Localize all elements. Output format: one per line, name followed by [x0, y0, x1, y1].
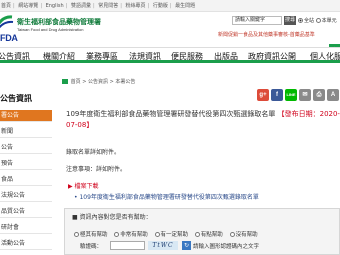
feedback-options: 極其有幫助 非常有幫助 有一定幫助 有點幫助 沒有幫助 [74, 230, 263, 238]
sidebar-item-quality[interactable]: 品質公告 [0, 206, 52, 218]
article-body-line-2: 注意事項：詳如附件。 [66, 166, 127, 173]
radio-section-label: 本單元 [321, 18, 337, 24]
download-icon: ▶ [68, 183, 73, 190]
top-links: 首頁 | 網站導覽 | English | 雙語詞彙 | 常見問答 | 粉絲專頁 | 行動版… [0, 3, 196, 9]
attachment-heading-text: 檔案下載 [74, 183, 99, 190]
feedback-option-2: 非常有幫助 [120, 232, 148, 238]
line-icon[interactable]: LINE [285, 89, 297, 101]
nav-item-services[interactable]: 便民服務 [171, 51, 203, 62]
org-name-en: Taiwan Food and Drug Administration [17, 27, 84, 32]
nav-item-regulations[interactable]: 法規資訊 [129, 51, 161, 62]
google-plus-icon[interactable]: g+ [257, 89, 269, 101]
sidebar-item-notices[interactable]: 公告 [0, 142, 52, 154]
attachment-link-text[interactable]: 109年度衛生福利部食品藥物管理署研發替代役第四次甄選錄取名單 [79, 194, 258, 201]
feedback-option-4: 有點幫助 [200, 232, 223, 238]
home-icon[interactable] [62, 79, 68, 84]
fda-logo-icon [0, 15, 14, 29]
top-link-faq[interactable]: 常見問答 [97, 3, 119, 9]
captcha-input[interactable] [110, 241, 145, 250]
top-link-sitemap[interactable]: 網站導覽 [17, 3, 39, 9]
breadcrumb-separator: > [109, 79, 114, 85]
feedback-option-5: 沒有幫助 [235, 232, 258, 238]
main-nav: 公告資訊 機關介紹 業務專區 法規資訊 便民服務 出版品 政府資訊公開 個人化服… [0, 47, 340, 63]
captcha-hint: 請輸入圖形認證碼內之文字 [193, 244, 260, 250]
comment-icon: ■ [72, 214, 78, 221]
feedback-radio-3[interactable] [154, 232, 160, 237]
nav-item-announcements[interactable]: 公告資訊 [0, 51, 30, 62]
feedback-radio-1[interactable] [74, 232, 79, 237]
refresh-icon[interactable]: ↻ [182, 241, 191, 250]
sidebar-item-food[interactable]: 食品 [0, 174, 52, 186]
breadcrumb-current: 本署公告 [115, 79, 136, 85]
font-size-icon[interactable]: A [327, 89, 339, 101]
nav-item-gov-info[interactable]: 政府資訊公開 [248, 51, 296, 62]
search-button[interactable]: 搜尋 [284, 16, 296, 25]
captcha-label: 驗證碼： [80, 244, 103, 250]
email-icon[interactable]: ✉ [299, 89, 311, 101]
top-link-issues[interactable]: 最生問題 [174, 3, 196, 9]
feedback-option-1: 極其有幫助 [80, 232, 108, 238]
top-link-glossary[interactable]: 雙語詞彙 [70, 3, 92, 9]
feedback-question-text: 資訊內容對您是否有幫助： [79, 214, 152, 221]
search-scope-radios: 全站 本單元 [298, 17, 337, 24]
nav-item-personal[interactable]: 個人化服務 [310, 51, 340, 62]
feedback-radio-5[interactable] [229, 232, 235, 237]
fda-logo-text[interactable]: FDA [0, 33, 18, 43]
breadcrumb-separator: > [82, 79, 87, 85]
org-name-cn[interactable]: 衛生福利部食品藥物管理署 [17, 17, 101, 27]
breadcrumb-home[interactable]: 首頁 [71, 79, 81, 85]
top-utility-bar: 首頁 | 網站導覽 | English | 雙語詞彙 | 常見問答 | 粉絲專頁 | 行動版… [0, 0, 340, 12]
sidebar-item-law[interactable]: 法規公告 [0, 190, 52, 202]
attachment-link[interactable]: • 109年度衛生福利部食品藥物管理署研發替代役第四次甄選錄取名單 [74, 192, 259, 201]
feedback-radio-2[interactable] [114, 232, 120, 237]
radio-site-label: 全站 [304, 18, 315, 24]
top-link-home[interactable]: 首頁 [0, 3, 12, 9]
feedback-radio-4[interactable] [194, 232, 200, 237]
nav-item-business[interactable]: 業務專區 [86, 51, 118, 62]
article-title: 109年度衛生福利部食品藥物管理署研發替代役第四次甄選錄取名單 【發布日期：20… [66, 109, 340, 131]
sidebar-item-seminar[interactable]: 研討會 [0, 222, 52, 234]
top-link-fanpage[interactable]: 粉絲專頁 [125, 3, 147, 9]
radio-site[interactable] [298, 18, 303, 23]
article-title-text: 109年度衛生福利部食品藥物管理署研發替代役第四次甄選錄取名單 [66, 110, 276, 118]
sidebar-item-news[interactable]: 新聞 [0, 126, 52, 138]
header-news-marquee[interactable]: 新聞促銷一食品及其他藥事審核-首藥品基準 [218, 31, 315, 38]
article-body-line-1: 錄取名單詳如附件。 [66, 149, 121, 156]
captcha-image: TtWC [148, 241, 178, 250]
nav-item-publications[interactable]: 出版品 [214, 51, 238, 62]
search-input[interactable]: 請輸入關鍵字 [232, 16, 282, 25]
top-link-english[interactable]: English [45, 3, 65, 9]
feedback-question: ■ 資訊內容對您是否有幫助： [72, 212, 152, 221]
radio-section[interactable] [315, 18, 321, 23]
sidebar-item-events[interactable]: 活動公告 [0, 238, 52, 250]
feedback-option-3: 有一定幫助 [160, 232, 189, 238]
sidebar-item-agency[interactable]: 署公告 [0, 110, 52, 122]
breadcrumb-announcements[interactable]: 公告資訊 [88, 79, 108, 85]
breadcrumb: 首頁 > 公告資訊 > 本署公告 [62, 78, 135, 85]
sidebar-item-preview[interactable]: 預告 [0, 158, 52, 170]
facebook-icon[interactable]: f [271, 89, 283, 101]
attachment-heading: ▶ 檔案下載 [68, 181, 99, 190]
top-link-mobile[interactable]: 行動版 [152, 3, 169, 9]
sidebar-title: 公告資訊 [0, 94, 32, 103]
print-icon[interactable]: ⎙ [313, 89, 325, 101]
nav-item-about[interactable]: 機關介紹 [43, 51, 75, 62]
